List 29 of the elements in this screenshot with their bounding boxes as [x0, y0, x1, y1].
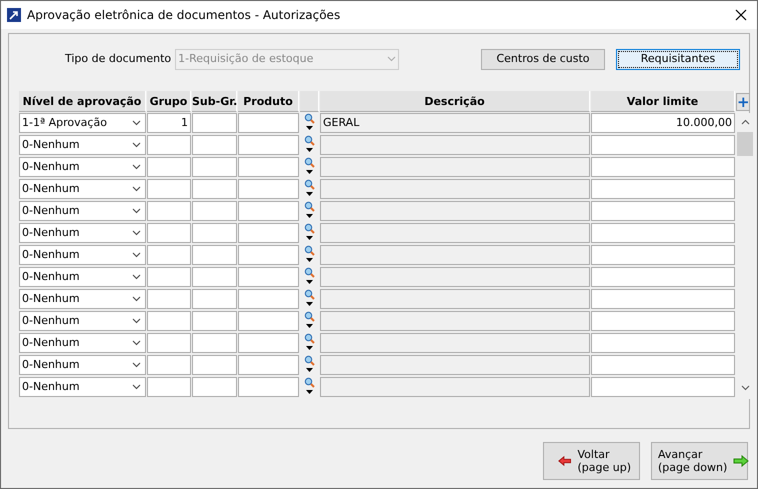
limit-value-field[interactable]: 10.000,00 — [591, 112, 735, 132]
approval-level-dropdown[interactable]: 0-Nenhum — [19, 310, 146, 330]
toolbar-button[interactable]: Requisitantes — [616, 48, 740, 70]
approval-level-dropdown[interactable]: 0-Nenhum — [19, 376, 146, 396]
column-header: Nível de aprovação — [19, 91, 146, 112]
approval-level-dropdown[interactable]: 0-Nenhum — [19, 266, 146, 286]
approval-level-dropdown[interactable]: 0-Nenhum — [19, 354, 146, 374]
group-field[interactable]: 1 — [147, 112, 191, 132]
column-header: Valor limite — [591, 91, 735, 112]
approval-level-dropdown[interactable]: 0-Nenhum — [19, 288, 146, 308]
description-field: GERAL — [320, 112, 590, 132]
column-header: Descrição — [320, 91, 590, 112]
approval-level-dropdown[interactable]: 0-Nenhum — [19, 222, 146, 242]
column-header: Grupo — [147, 91, 191, 112]
approval-level-dropdown[interactable]: 0-Nenhum — [19, 332, 146, 352]
nav-button[interactable]: Avançar (page down) — [651, 442, 748, 480]
approval-level-dropdown[interactable]: 0-Nenhum — [19, 244, 146, 264]
approval-level-dropdown[interactable]: 0-Nenhum — [19, 178, 146, 198]
approval-level-dropdown[interactable]: 0-Nenhum — [19, 134, 146, 154]
approval-level-dropdown[interactable]: 0-Nenhum — [19, 200, 146, 220]
column-header: Sub-Gr. — [192, 91, 237, 112]
add-button[interactable]: + — [736, 93, 750, 111]
approval-level-dropdown[interactable]: 0-Nenhum — [19, 156, 146, 176]
column-header: Produto — [238, 91, 299, 112]
field-label: Tipo de documento — [65, 50, 172, 67]
nav-button[interactable]: Voltar (page up) — [543, 442, 640, 480]
window-title: Aprovação eletrônica de documentos - Autorizações — [27, 7, 342, 24]
toolbar-button[interactable]: Centros de custo — [481, 48, 605, 70]
approval-level-dropdown[interactable]: 1-1ª Aprovação — [19, 112, 146, 132]
